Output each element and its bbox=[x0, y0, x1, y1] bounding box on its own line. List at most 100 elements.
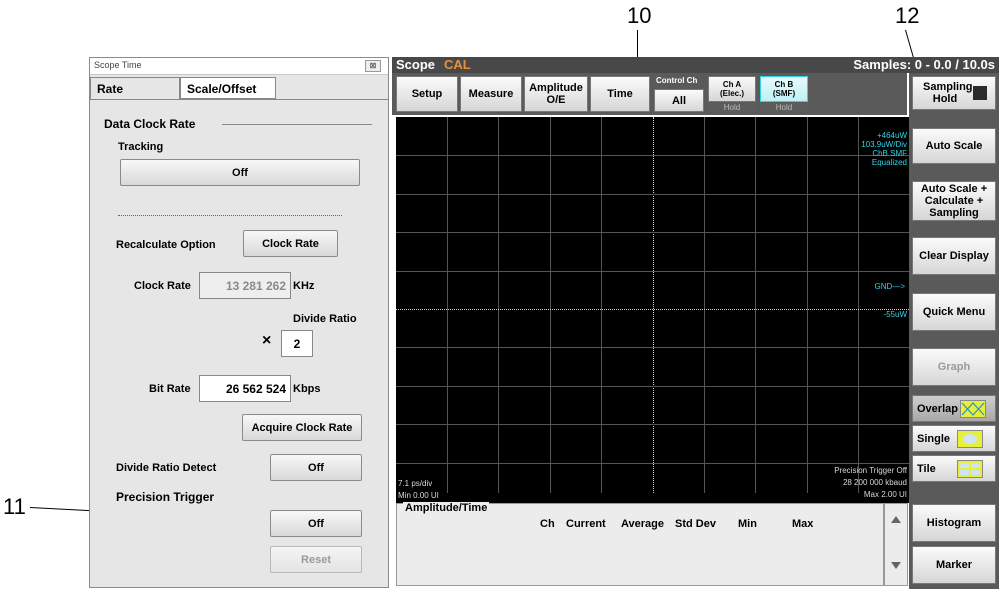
ch-b-button[interactable]: Ch B (SMF) bbox=[760, 76, 808, 102]
scope-title: Scope bbox=[396, 57, 436, 72]
grid-line bbox=[396, 386, 909, 387]
right-sidebar: Sampling Hold Auto Scale Auto Scale + Ca… bbox=[909, 73, 999, 589]
grid-line bbox=[396, 463, 909, 464]
quick-menu-button[interactable]: Quick Menu bbox=[912, 293, 996, 331]
tile-label: Tile bbox=[917, 462, 936, 475]
precision-trigger-status: Precision Trigger Off bbox=[834, 466, 907, 475]
scale-per-div: 103.9uW/Div bbox=[861, 140, 907, 149]
min-ui: Min 0.00 UI bbox=[398, 491, 439, 500]
tracking-label: Tracking bbox=[118, 141, 164, 153]
close-icon[interactable]: ⊠ bbox=[365, 60, 381, 72]
clock-rate-label: Clock Rate bbox=[134, 280, 191, 292]
clear-display-button[interactable]: Clear Display bbox=[912, 237, 996, 275]
dialog-titlebar: Scope Time ⊠ bbox=[90, 58, 388, 75]
divide-ratio-label: Divide Ratio bbox=[293, 313, 357, 325]
scale-bottom-value: -55uW bbox=[883, 310, 907, 319]
scope-header: Scope CAL Samples: 0 - 0.0 / 10.0s bbox=[392, 57, 999, 73]
dotted-divider bbox=[118, 215, 342, 216]
col-average: Average bbox=[621, 518, 665, 530]
single-view-icon bbox=[957, 429, 983, 448]
scale-top-value: +464uW bbox=[876, 131, 907, 140]
grid-line bbox=[447, 117, 448, 493]
col-current: Current bbox=[566, 518, 606, 530]
divide-ratio-field[interactable]: 2 bbox=[281, 330, 313, 357]
measurement-title: Amplitude/Time bbox=[403, 502, 490, 514]
tracking-button[interactable]: Off bbox=[120, 159, 360, 186]
col-max: Max bbox=[792, 518, 814, 530]
measurement-panel: Amplitude/Time Ch Current Average Std De… bbox=[396, 502, 884, 586]
ch-a-hold: Hold bbox=[708, 103, 756, 112]
callout-11: 11 bbox=[3, 494, 26, 519]
grid-line bbox=[498, 117, 499, 493]
control-ch-label: Control Ch bbox=[656, 76, 698, 85]
measure-button[interactable]: Measure bbox=[460, 76, 522, 112]
grid-line bbox=[755, 117, 756, 493]
acquire-clock-rate-button[interactable]: Acquire Clock Rate bbox=[242, 414, 362, 441]
sampling-hold-button[interactable]: Sampling Hold bbox=[912, 76, 996, 110]
ch-a-button[interactable]: Ch A (Elec.) bbox=[708, 76, 756, 102]
auto-scale-calc-sampling-button[interactable]: Auto Scale + Calculate + Sampling bbox=[912, 181, 996, 221]
amplitude-oe-button[interactable]: Amplitude O/E bbox=[524, 76, 588, 112]
time-per-div: 7.1 ps/div bbox=[398, 479, 433, 488]
single-label: Single bbox=[917, 432, 951, 445]
scroll-down-icon[interactable] bbox=[891, 562, 901, 569]
grid-line bbox=[396, 232, 909, 233]
grid-line bbox=[396, 194, 909, 195]
header-divider bbox=[222, 124, 372, 125]
rate-tab-panel: Data Clock Rate Tracking Off Recalculate… bbox=[90, 99, 388, 587]
dialog-title: Scope Time bbox=[94, 60, 142, 70]
control-ch-all-button[interactable]: All bbox=[654, 89, 704, 112]
clock-rate-field: 13 281 262 bbox=[199, 272, 291, 299]
bit-rate-unit: Kbps bbox=[293, 383, 321, 395]
col-min: Min bbox=[738, 518, 757, 530]
bit-rate-label: Bit Rate bbox=[149, 383, 191, 395]
scope-toolbar: Setup Measure Amplitude O/E Time Control… bbox=[392, 73, 907, 115]
histogram-button[interactable]: Histogram bbox=[912, 504, 996, 542]
channel-name: ChB SMF bbox=[872, 149, 907, 158]
grid-line bbox=[396, 347, 909, 348]
tab-scale-offset[interactable]: Scale/Offset bbox=[180, 77, 276, 99]
measurement-scroll bbox=[884, 503, 908, 586]
grid-line bbox=[396, 424, 909, 425]
grid-center-line bbox=[653, 117, 654, 493]
equalized-flag: Equalized bbox=[871, 158, 907, 167]
scope-time-dialog: Scope Time ⊠ Rate Scale/Offset Data Cloc… bbox=[89, 57, 389, 588]
divide-ratio-detect-button[interactable]: Off bbox=[270, 454, 362, 481]
graph-button: Graph bbox=[912, 348, 996, 386]
bit-rate-field[interactable]: 26 562 524 bbox=[199, 375, 291, 402]
precision-trigger-button[interactable]: Off bbox=[270, 510, 362, 537]
marker-button[interactable]: Marker bbox=[912, 546, 996, 584]
baud-rate: 28 200 000 kbaud bbox=[842, 478, 907, 487]
grid-line bbox=[550, 117, 551, 493]
precision-trigger-header: Precision Trigger bbox=[116, 490, 215, 504]
sampling-indicator-icon bbox=[973, 86, 987, 100]
time-button[interactable]: Time bbox=[590, 76, 650, 112]
grid-center-line bbox=[396, 309, 909, 310]
grid-line bbox=[601, 117, 602, 493]
eye-diagram-plot[interactable]: +464uW 103.9uW/Div ChB SMF Equalized GND… bbox=[396, 117, 909, 503]
grid-line bbox=[858, 117, 859, 493]
tab-rate[interactable]: Rate bbox=[90, 77, 180, 99]
overlap-button[interactable]: Overlap bbox=[912, 395, 996, 422]
setup-button[interactable]: Setup bbox=[396, 76, 458, 112]
data-clock-rate-header: Data Clock Rate bbox=[104, 117, 196, 131]
samples-readout: Samples: 0 - 0.0 / 10.0s bbox=[853, 57, 995, 72]
recalculate-option-button[interactable]: Clock Rate bbox=[243, 230, 338, 257]
tile-view-icon bbox=[957, 459, 983, 478]
grid-line bbox=[807, 117, 808, 493]
col-std-dev: Std Dev bbox=[675, 518, 716, 530]
ch-b-hold: Hold bbox=[760, 103, 808, 112]
gnd-marker: GND—> bbox=[874, 282, 905, 291]
single-button[interactable]: Single bbox=[912, 425, 996, 452]
scroll-up-icon[interactable] bbox=[891, 516, 901, 523]
tile-button[interactable]: Tile bbox=[912, 455, 996, 482]
callout-12: 12 bbox=[895, 3, 920, 28]
cal-indicator: CAL bbox=[444, 57, 471, 72]
grid-line bbox=[396, 155, 909, 156]
grid-line bbox=[704, 117, 705, 493]
auto-scale-button[interactable]: Auto Scale bbox=[912, 128, 996, 164]
col-ch: Ch bbox=[540, 518, 555, 530]
overlap-icon bbox=[959, 399, 986, 418]
multiply-icon: × bbox=[262, 332, 272, 349]
max-ui: Max 2.00 UI bbox=[863, 490, 907, 499]
